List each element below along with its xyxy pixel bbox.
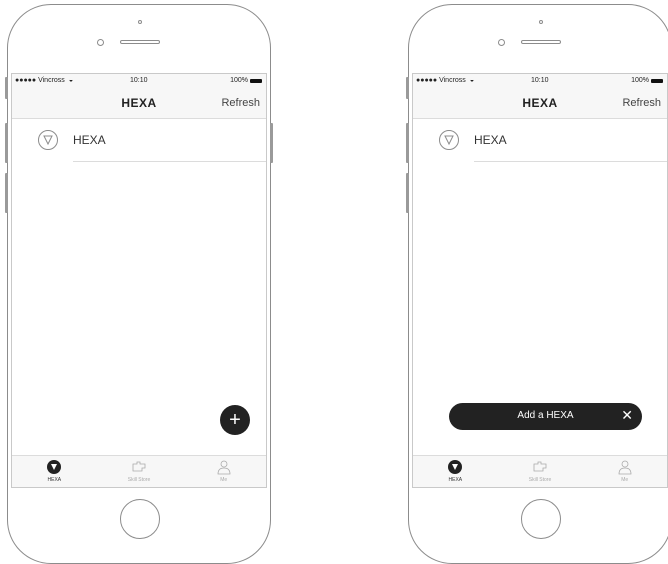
front-camera (498, 39, 505, 46)
divider (73, 161, 266, 162)
divider (474, 161, 667, 162)
refresh-button[interactable]: Refresh (221, 97, 260, 109)
status-bar: ●●●●● Vincross ◒ 10:10 100% (413, 74, 667, 88)
person-icon (618, 460, 632, 475)
mute-switch (5, 77, 8, 99)
power-button (270, 123, 273, 163)
carrier-label: ●●●●● Vincross ◒ (416, 77, 475, 84)
status-time: 10:10 (531, 77, 549, 84)
status-bar: ●●●●● Vincross ◒ 10:10 100% (12, 74, 266, 88)
front-camera (97, 39, 104, 46)
proximity-sensor (138, 20, 142, 24)
mute-switch (406, 77, 409, 99)
battery-indicator: 100% (230, 77, 262, 84)
hexa-icon (47, 460, 62, 474)
refresh-button[interactable]: Refresh (622, 97, 661, 109)
battery-indicator: 100% (631, 77, 663, 84)
battery-icon (250, 78, 262, 83)
toast-label: Add a HEXA (517, 410, 574, 421)
status-time: 10:10 (130, 77, 148, 84)
tab-label: Skill Store (127, 477, 151, 483)
phone-frame-left: ●●●●● Vincross ◒ 10:10 100% HEXA Refresh … (5, 4, 273, 564)
tab-bar: HEXA Skill Store Me (413, 455, 667, 487)
earpiece-speaker (521, 40, 561, 44)
volume-up-button (5, 123, 8, 163)
list-item-hexa[interactable]: HEXA (413, 118, 667, 164)
robot-icon (38, 130, 58, 150)
list-item-label: HEXA (474, 133, 507, 147)
earpiece-speaker (120, 40, 160, 44)
tab-bar: HEXA Skill Store Me (12, 455, 266, 487)
wifi-icon: ◒ (469, 77, 475, 84)
robot-icon (439, 130, 459, 150)
home-button[interactable] (521, 499, 561, 539)
tab-hexa[interactable]: HEXA (12, 456, 97, 487)
add-hexa-toast[interactable]: Add a HEXA ✕ (449, 403, 642, 430)
volume-up-button (406, 123, 409, 163)
phone-frame-right: ●●●●● Vincross ◒ 10:10 100% HEXA Refresh … (406, 4, 668, 564)
person-icon (217, 460, 231, 475)
tab-label: Skill Store (528, 477, 552, 483)
proximity-sensor (539, 20, 543, 24)
wifi-icon: ◒ (68, 77, 74, 84)
tab-label: Me (220, 477, 228, 483)
tab-me[interactable]: Me (582, 456, 667, 487)
navigation-bar: HEXA Refresh (413, 88, 667, 119)
tab-skill-store[interactable]: Skill Store (97, 456, 182, 487)
home-button[interactable] (120, 499, 160, 539)
list-item-label: HEXA (73, 133, 106, 147)
tab-label: HEXA (47, 477, 62, 483)
screen-right: ●●●●● Vincross ◒ 10:10 100% HEXA Refresh … (412, 73, 668, 488)
screen-left: ●●●●● Vincross ◒ 10:10 100% HEXA Refresh … (11, 73, 267, 488)
battery-icon (651, 78, 663, 83)
tab-label: Me (621, 477, 629, 483)
volume-down-button (5, 173, 8, 213)
add-button[interactable]: + (220, 405, 250, 435)
carrier-label: ●●●●● Vincross ◒ (15, 77, 74, 84)
tab-label: HEXA (448, 477, 463, 483)
tab-hexa[interactable]: HEXA (413, 456, 498, 487)
puzzle-icon (533, 461, 547, 472)
puzzle-icon (132, 461, 146, 472)
close-icon[interactable]: ✕ (621, 407, 633, 424)
navigation-bar: HEXA Refresh (12, 88, 266, 119)
list-item-hexa[interactable]: HEXA (12, 118, 266, 164)
tab-me[interactable]: Me (181, 456, 266, 487)
hexa-icon (448, 460, 463, 474)
volume-down-button (406, 173, 409, 213)
tab-skill-store[interactable]: Skill Store (498, 456, 583, 487)
